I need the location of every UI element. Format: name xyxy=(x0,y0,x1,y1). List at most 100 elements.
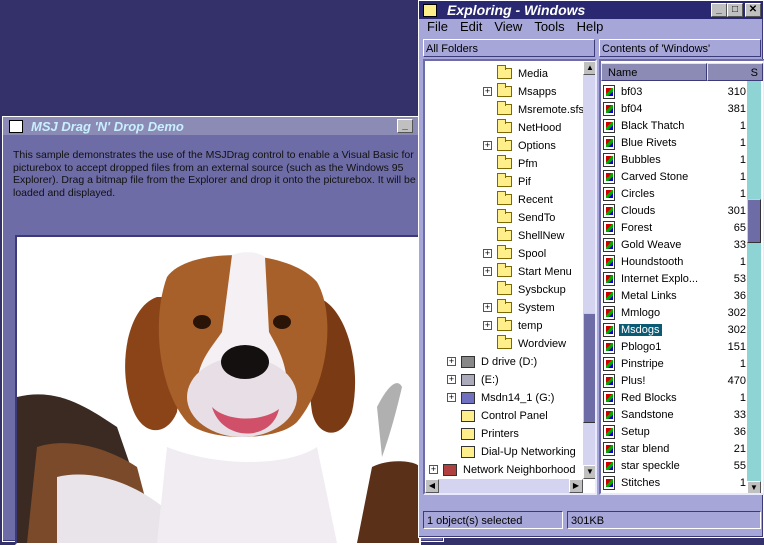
tree-item[interactable]: Sysbckup xyxy=(483,281,566,298)
tree-item[interactable]: + Network Neighborhood xyxy=(429,461,576,478)
file-name: Mmlogo xyxy=(621,306,661,319)
scroll-left-button[interactable]: ◀ xyxy=(425,479,439,493)
column-header-name[interactable]: Name xyxy=(601,63,707,81)
file-list-item[interactable]: Circles 1 xyxy=(601,185,747,202)
tree-item[interactable]: Recent xyxy=(483,191,553,208)
file-name: bf03 xyxy=(621,85,643,98)
minimize-button[interactable]: _ xyxy=(711,3,727,17)
picturebox[interactable] xyxy=(15,235,421,545)
file-list-item[interactable]: Internet Explo... 53 xyxy=(601,270,747,287)
file-size: 381 xyxy=(727,102,746,115)
tree-item[interactable]: + D drive (D:) xyxy=(447,353,537,370)
tree-horizontal-scrollbar[interactable]: ◀ ▶ xyxy=(425,479,583,493)
tree-item[interactable]: Msremote.sfs xyxy=(483,101,584,118)
tree-expander[interactable]: + xyxy=(483,267,492,276)
file-list-item[interactable]: bf03 310 xyxy=(601,83,747,100)
tree-vertical-scrollbar[interactable]: ▲ ▼ xyxy=(583,61,595,479)
file-list-item[interactable]: Stitches 1 xyxy=(601,474,747,491)
folder-tree-pane[interactable]: Media + Msapps Msremote.sfs NetHood + Options P… xyxy=(423,59,597,495)
file-list-item[interactable]: Clouds 301 xyxy=(601,202,747,219)
scroll-right-button[interactable]: ▶ xyxy=(569,479,583,493)
contents-vertical-scrollbar[interactable]: ▼ xyxy=(747,81,761,493)
tree-item-label: D drive (D:) xyxy=(481,355,538,368)
tree-expander[interactable]: + xyxy=(483,303,492,312)
file-list-item[interactable]: Carved Stone 1 xyxy=(601,168,747,185)
file-list-item[interactable]: Gold Weave 33 xyxy=(601,236,747,253)
tree-item[interactable]: Control Panel xyxy=(447,407,548,424)
tree-item-label: Control Panel xyxy=(481,409,548,422)
tree-item[interactable]: SendTo xyxy=(483,209,555,226)
file-list-item[interactable]: star speckle 55 xyxy=(601,457,747,474)
tree-expander[interactable]: + xyxy=(447,375,456,384)
tree-item[interactable]: Pif xyxy=(483,173,531,190)
demo-title-bar[interactable]: MSJ Drag 'N' Drop Demo _ xyxy=(3,117,443,135)
tree-expander[interactable]: + xyxy=(483,321,492,330)
tree-item[interactable]: Wordview xyxy=(483,335,566,352)
tree-item[interactable]: Pfm xyxy=(483,155,538,172)
tree-item-label: SendTo xyxy=(518,211,556,224)
file-list-item[interactable]: Red Blocks 1 xyxy=(601,389,747,406)
file-name: Carved Stone xyxy=(621,170,689,183)
file-list-item[interactable]: Houndstooth 1 xyxy=(601,253,747,270)
tree-expander[interactable]: + xyxy=(483,141,492,150)
folder-icon xyxy=(497,119,512,133)
file-list-item[interactable]: Pblogo1 151 xyxy=(601,338,747,355)
file-name: Black Thatch xyxy=(621,119,685,132)
menu-help[interactable]: Help xyxy=(577,19,604,34)
bitmap-file-icon xyxy=(603,84,615,99)
tree-item[interactable]: + System xyxy=(483,299,555,316)
bitmap-file-icon xyxy=(603,135,615,150)
tree-item[interactable]: + Start Menu xyxy=(483,263,572,280)
contents-scroll-thumb[interactable] xyxy=(747,199,761,243)
tree-item[interactable]: Dial-Up Networking xyxy=(447,443,576,460)
menu-file[interactable]: File xyxy=(427,19,448,34)
tree-item[interactable]: + Msdn14_1 (G:) xyxy=(447,389,554,406)
cd-rom-icon xyxy=(461,391,475,404)
folder-icon xyxy=(497,173,512,187)
scroll-thumb[interactable] xyxy=(583,313,595,423)
file-list-item[interactable]: Bubbles 1 xyxy=(601,151,747,168)
bitmap-file-icon xyxy=(603,186,615,201)
file-list-item[interactable]: Black Thatch 1 xyxy=(601,117,747,134)
tree-item[interactable]: ShellNew xyxy=(483,227,564,244)
tree-item-label: Spool xyxy=(518,247,547,260)
tree-item[interactable]: + temp xyxy=(483,317,542,334)
file-size: 33 xyxy=(733,238,746,251)
file-list-item[interactable]: bf04 381 xyxy=(601,100,747,117)
file-list-item[interactable]: Metal Links 36 xyxy=(601,287,747,304)
file-list-item[interactable]: Pinstripe 1 xyxy=(601,355,747,372)
tree-item[interactable]: + (E:) xyxy=(447,371,499,388)
beagle-image xyxy=(17,237,419,543)
column-header-size[interactable]: S xyxy=(707,63,763,81)
menu-tools[interactable]: Tools xyxy=(534,19,564,34)
contents-scroll-down-button[interactable]: ▼ xyxy=(747,481,761,493)
file-list-item[interactable]: Msdogs 302 xyxy=(601,321,747,338)
file-list-item[interactable]: star blend 21 xyxy=(601,440,747,457)
tree-item[interactable]: Media xyxy=(483,65,548,82)
tree-expander[interactable]: + xyxy=(483,87,492,96)
file-list-item[interactable]: Sandstone 33 xyxy=(601,406,747,423)
tree-item[interactable]: NetHood xyxy=(483,119,561,136)
tree-expander[interactable]: + xyxy=(429,465,438,474)
tree-expander[interactable]: + xyxy=(447,393,456,402)
tree-item-label: Msremote.sfs xyxy=(518,103,585,116)
scroll-up-button[interactable]: ▲ xyxy=(583,61,595,75)
menu-edit[interactable]: Edit xyxy=(460,19,482,34)
file-list-item[interactable]: Plus! 470 xyxy=(601,372,747,389)
file-list-item[interactable]: Mmlogo 302 xyxy=(601,304,747,321)
tree-item[interactable]: + Msapps xyxy=(483,83,557,100)
tree-expander[interactable]: + xyxy=(447,357,456,366)
close-button[interactable]: ✕ xyxy=(745,3,761,17)
scroll-down-button[interactable]: ▼ xyxy=(583,465,595,479)
menu-view[interactable]: View xyxy=(494,19,522,34)
tree-item[interactable]: + Spool xyxy=(483,245,546,262)
contents-pane[interactable]: Name S bf03 310 bf04 381 Black Thatch 1 Blue R… xyxy=(599,59,764,495)
file-list-item[interactable]: Setup 36 xyxy=(601,423,747,440)
tree-item[interactable]: + Options xyxy=(483,137,556,154)
file-list-item[interactable]: Forest 65 xyxy=(601,219,747,236)
maximize-button[interactable]: □ xyxy=(727,3,743,17)
tree-expander[interactable]: + xyxy=(483,249,492,258)
tree-item[interactable]: Printers xyxy=(447,425,519,442)
file-list-item[interactable]: Blue Rivets 1 xyxy=(601,134,747,151)
minimize-button[interactable]: _ xyxy=(397,119,413,133)
